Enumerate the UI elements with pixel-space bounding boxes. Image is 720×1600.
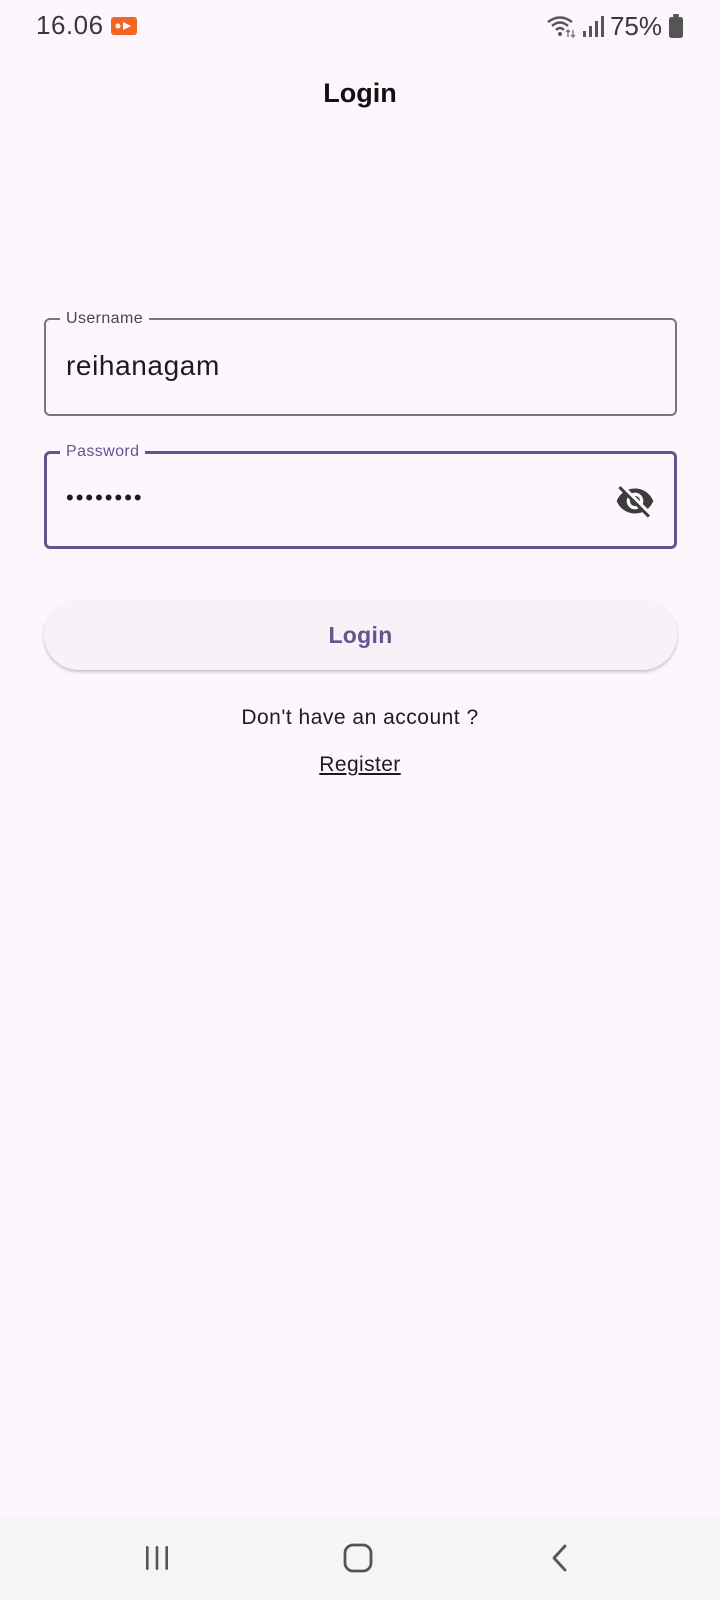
recents-icon[interactable] xyxy=(135,1536,179,1580)
login-button[interactable]: Login xyxy=(44,600,677,670)
signal-icon xyxy=(582,16,604,37)
home-icon[interactable] xyxy=(336,1536,380,1580)
password-input[interactable] xyxy=(66,478,594,518)
page-title: Login xyxy=(323,78,397,108)
username-input[interactable] xyxy=(66,346,595,386)
no-account-text: Don't have an account ? xyxy=(241,706,479,729)
home-glyph xyxy=(343,1543,373,1573)
visibility-off-icon[interactable] xyxy=(614,480,656,522)
login-screen: 16.06 75% Login Username reihanagam Pass… xyxy=(0,0,720,1600)
visibility-off-glyph xyxy=(616,486,654,518)
username-label: Username xyxy=(60,309,150,329)
screen-record-icon xyxy=(111,17,137,35)
battery-percent: 75% xyxy=(609,10,662,41)
battery-icon xyxy=(669,14,683,38)
back-glyph xyxy=(552,1544,567,1572)
register-link[interactable]: Register xyxy=(319,753,400,776)
username-field[interactable]: Username xyxy=(44,309,677,416)
recents-glyph xyxy=(146,1546,168,1570)
status-icons: 75% xyxy=(546,10,684,42)
system-nav-bar xyxy=(0,1516,720,1600)
register-row: Register xyxy=(0,753,720,777)
status-time: 16.06 xyxy=(36,10,104,40)
password-label: Password xyxy=(60,442,146,462)
password-field[interactable]: Password xyxy=(44,442,677,549)
wifi-icon xyxy=(547,16,576,38)
back-icon[interactable] xyxy=(538,1536,582,1580)
status-bar: 16.06 75% xyxy=(0,0,720,52)
